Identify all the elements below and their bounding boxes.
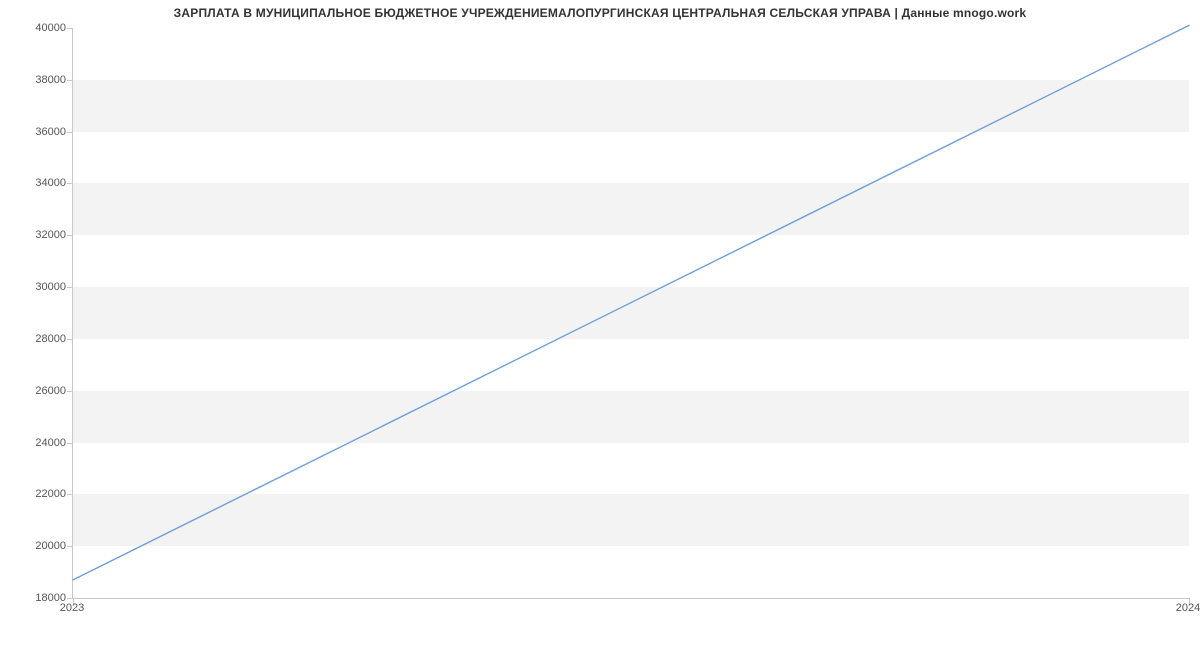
y-tick	[67, 546, 73, 547]
y-axis-label: 34000	[10, 177, 66, 189]
y-axis-label: 26000	[10, 385, 66, 397]
y-axis-label: 28000	[10, 333, 66, 345]
y-axis-label: 24000	[10, 437, 66, 449]
y-axis-label: 20000	[10, 540, 66, 552]
y-axis-label: 30000	[10, 281, 66, 293]
y-tick	[67, 339, 73, 340]
y-axis-label: 18000	[10, 592, 66, 604]
chart-title: ЗАРПЛАТА В МУНИЦИПАЛЬНОЕ БЮДЖЕТНОЕ УЧРЕЖ…	[0, 6, 1200, 20]
y-tick	[67, 494, 73, 495]
salary-line-chart: ЗАРПЛАТА В МУНИЦИПАЛЬНОЕ БЮДЖЕТНОЕ УЧРЕЖ…	[0, 0, 1200, 650]
y-tick	[67, 235, 73, 236]
y-tick	[67, 132, 73, 133]
y-axis-label: 40000	[10, 22, 66, 34]
y-tick	[67, 80, 73, 81]
y-tick	[67, 183, 73, 184]
y-axis-label: 36000	[10, 126, 66, 138]
y-tick	[67, 391, 73, 392]
data-line	[73, 28, 1189, 598]
y-axis-label: 22000	[10, 488, 66, 500]
y-tick	[67, 28, 73, 29]
x-axis-label: 2023	[60, 602, 84, 614]
y-axis-label: 32000	[10, 229, 66, 241]
x-axis-label: 2024	[1176, 602, 1200, 614]
y-tick	[67, 287, 73, 288]
y-tick	[67, 443, 73, 444]
y-axis-label: 38000	[10, 74, 66, 86]
plot-area	[72, 28, 1189, 599]
